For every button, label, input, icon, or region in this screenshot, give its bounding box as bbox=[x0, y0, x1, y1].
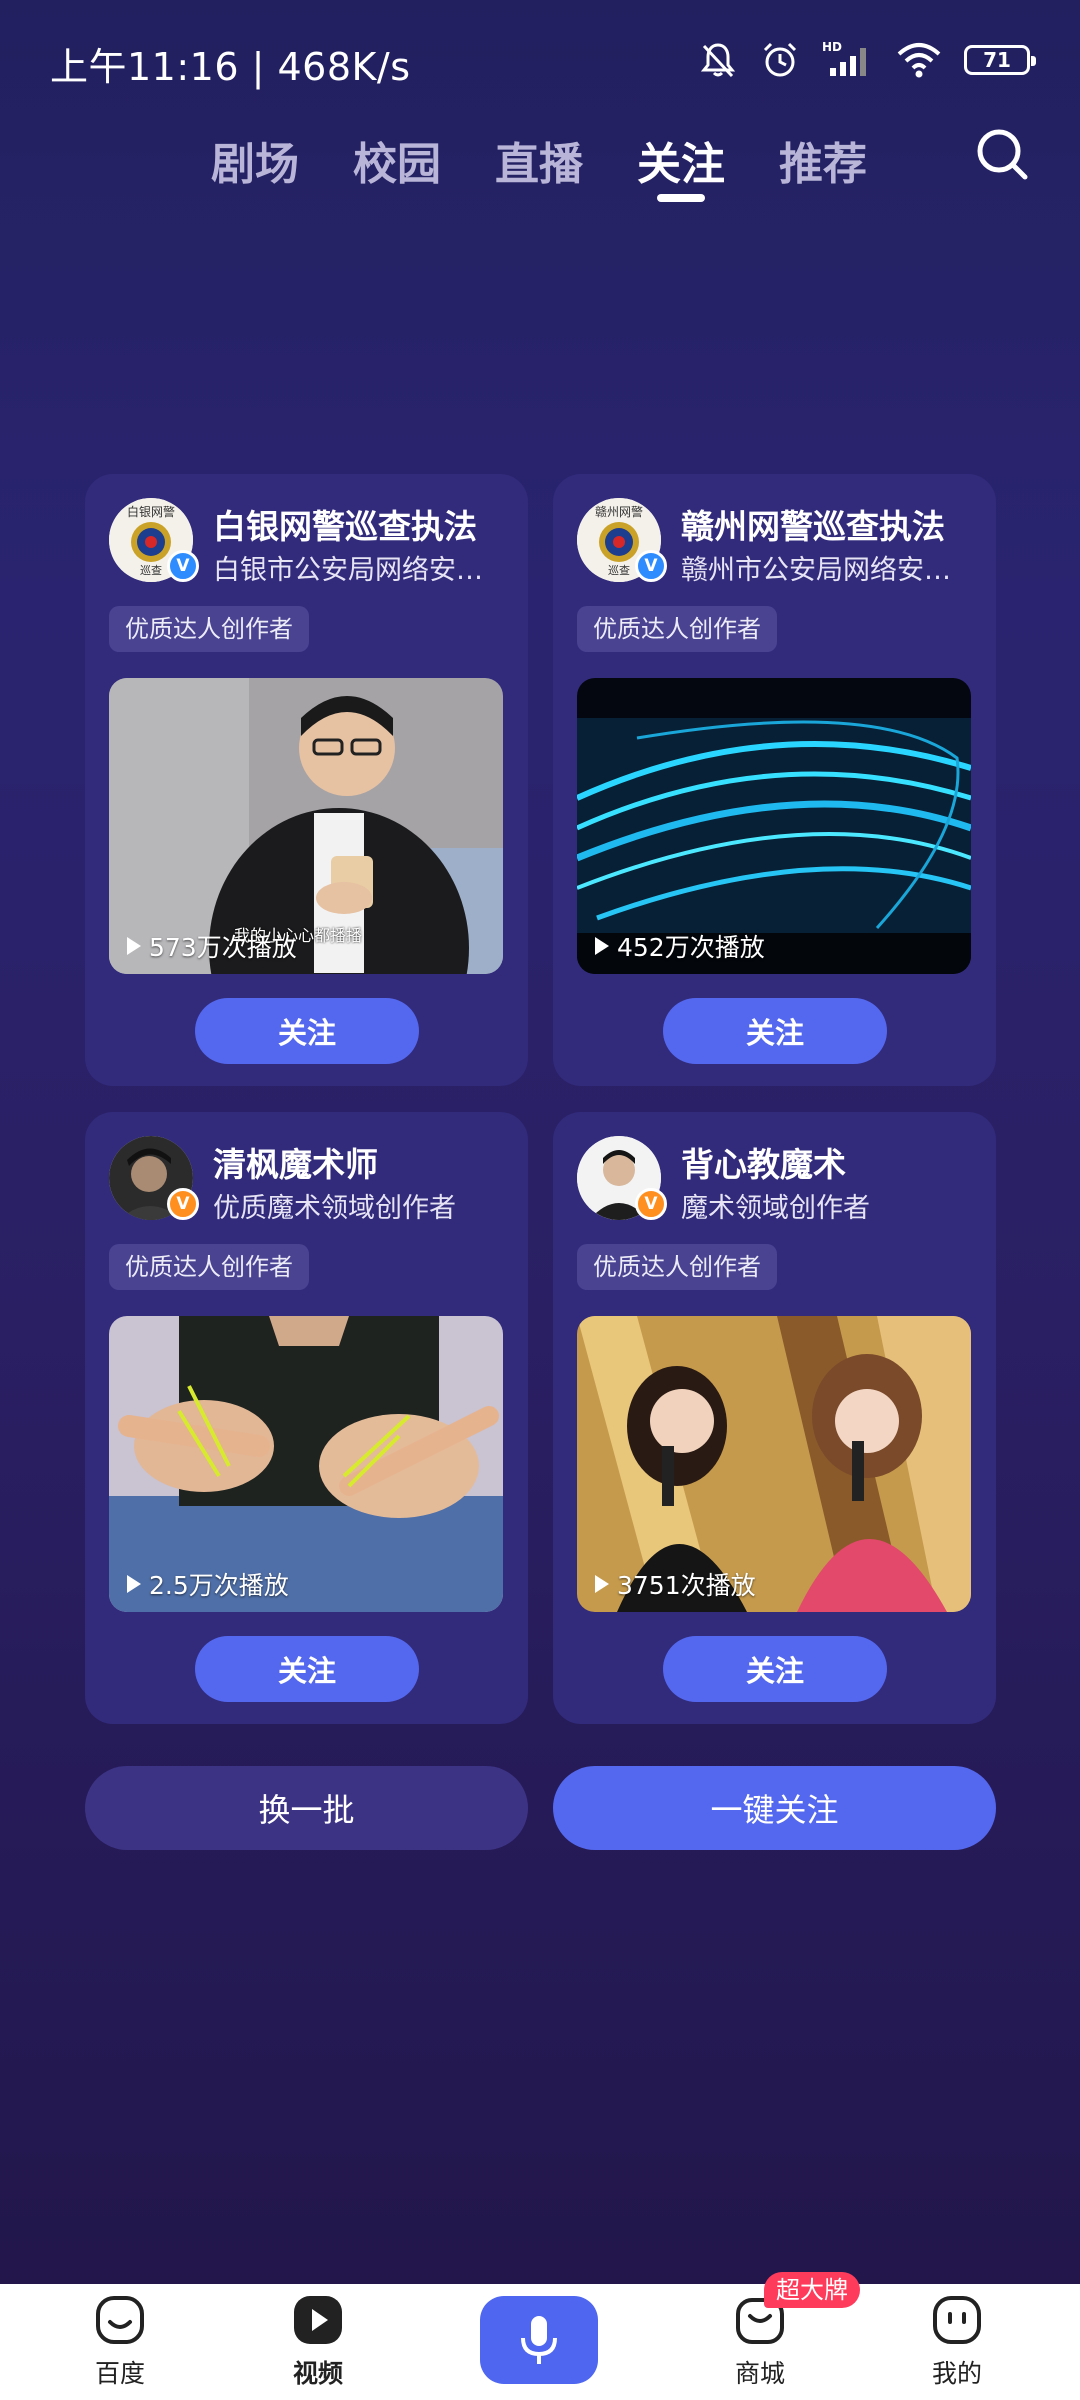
network-type-label: HD bbox=[822, 40, 842, 54]
follow-button[interactable]: 关注 bbox=[195, 1636, 419, 1702]
battery-icon: 71 bbox=[964, 45, 1036, 75]
nav-item-video[interactable]: 视频 bbox=[258, 2292, 378, 2390]
follow-all-button[interactable]: 一键关注 bbox=[553, 1766, 996, 1850]
video-play-icon bbox=[294, 2296, 342, 2344]
avatar-text: 赣州网警 bbox=[595, 504, 643, 519]
creator-tag: 优质达人创作者 bbox=[577, 1244, 777, 1290]
bottom-navigation: 百度 视频 商城 超大牌 我的 bbox=[0, 2272, 1080, 2400]
alarm-icon bbox=[763, 42, 797, 77]
nav-label: 商城 bbox=[734, 2359, 785, 2388]
verified-badge-icon: V bbox=[167, 550, 199, 582]
creator-tag: 优质达人创作者 bbox=[109, 1244, 309, 1290]
creator-name[interactable]: 赣州网警巡查执法 bbox=[681, 500, 981, 548]
play-count: 3751次播放 bbox=[595, 1566, 756, 1602]
play-count-text: 2.5万次播放 bbox=[149, 1571, 289, 1600]
tab-campus[interactable]: 校园 bbox=[342, 128, 452, 192]
creator-name[interactable]: 清枫魔术师 bbox=[213, 1138, 513, 1186]
cellular-signal-icon: HD bbox=[822, 40, 866, 76]
avatar-text: 白银网警 bbox=[127, 504, 175, 519]
play-count: 573万次播放 bbox=[127, 928, 297, 964]
creator-description: 赣州市公安局网络安全保卫支队 bbox=[681, 555, 971, 586]
nav-label: 我的 bbox=[931, 2359, 982, 2388]
creator-card: V 清枫魔术师 优质魔术领域创作者 优质达人创作者 2.5万次播放 关注 bbox=[85, 1112, 528, 1724]
smile-home-icon bbox=[96, 2296, 144, 2344]
status-time-speed: 上午11:16 | 468K/s bbox=[50, 45, 411, 89]
video-thumbnail[interactable]: 我的小心心都播播 573万次播放 bbox=[109, 678, 503, 974]
video-thumbnail[interactable]: 3751次播放 bbox=[577, 1316, 971, 1612]
nav-label: 视频 bbox=[292, 2359, 343, 2388]
status-bar: 上午11:16 | 468K/s HD 71 bbox=[0, 0, 1080, 120]
tab-recommend[interactable]: 推荐 bbox=[768, 128, 878, 192]
svg-text:巡查: 巡查 bbox=[140, 563, 162, 577]
play-count-text: 573万次播放 bbox=[149, 933, 297, 962]
promo-badge: 超大牌 bbox=[764, 2272, 860, 2308]
verified-badge-icon: V bbox=[167, 1188, 199, 1220]
creator-description: 优质魔术领域创作者 bbox=[213, 1193, 456, 1224]
nav-label: 百度 bbox=[94, 2359, 145, 2388]
status-icons: HD 71 bbox=[698, 40, 1036, 80]
mute-bell-icon bbox=[700, 43, 736, 78]
follow-button[interactable]: 关注 bbox=[663, 998, 887, 1064]
battery-level: 71 bbox=[983, 48, 1011, 72]
microphone-icon bbox=[521, 2316, 557, 2364]
verified-badge-icon: V bbox=[635, 550, 667, 582]
play-icon bbox=[127, 1575, 141, 1593]
nav-item-home[interactable]: 百度 bbox=[60, 2292, 180, 2390]
creator-description: 白银市公安局网络安全保卫支队 bbox=[213, 555, 503, 586]
play-count: 2.5万次播放 bbox=[127, 1566, 289, 1602]
search-icon[interactable] bbox=[974, 126, 1030, 182]
play-count: 452万次播放 bbox=[595, 928, 765, 964]
play-count-text: 3751次播放 bbox=[617, 1571, 756, 1600]
svg-text:巡查: 巡查 bbox=[608, 563, 630, 577]
creator-name[interactable]: 背心教魔术 bbox=[681, 1138, 981, 1186]
play-icon bbox=[595, 937, 609, 955]
video-thumbnail[interactable]: 2.5万次播放 bbox=[109, 1316, 503, 1612]
active-tab-indicator bbox=[657, 194, 705, 202]
follow-button[interactable]: 关注 bbox=[663, 1636, 887, 1702]
follow-button[interactable]: 关注 bbox=[195, 998, 419, 1064]
creator-card: V 背心教魔术 魔术领域创作者 优质达人创作者 3751次播放 关注 bbox=[553, 1112, 996, 1724]
voice-search-button[interactable] bbox=[480, 2296, 598, 2384]
creator-name[interactable]: 白银网警巡查执法 bbox=[213, 500, 513, 548]
creator-card: 赣州网警 巡查 V 赣州网警巡查执法 赣州市公安局网络安全保卫支队 优质达人创作… bbox=[553, 474, 996, 1086]
play-icon bbox=[595, 1575, 609, 1593]
top-tabs: 剧场 校园 直播 关注 推荐 bbox=[0, 128, 1080, 208]
creator-tag: 优质达人创作者 bbox=[577, 606, 777, 652]
wifi-icon bbox=[897, 43, 941, 78]
nav-item-profile[interactable]: 我的 bbox=[897, 2292, 1017, 2390]
tab-following-label: 关注 bbox=[637, 139, 725, 190]
verified-badge-icon: V bbox=[635, 1188, 667, 1220]
tab-following[interactable]: 关注 bbox=[626, 128, 736, 202]
creator-card: 白银网警 巡查 V 白银网警巡查执法 白银市公安局网络安全保卫支队 优质达人创作… bbox=[85, 474, 528, 1086]
creator-tag: 优质达人创作者 bbox=[109, 606, 309, 652]
play-icon bbox=[127, 937, 141, 955]
creator-description: 魔术领域创作者 bbox=[681, 1193, 870, 1224]
tab-live[interactable]: 直播 bbox=[484, 128, 594, 192]
play-count-text: 452万次播放 bbox=[617, 933, 765, 962]
profile-face-icon bbox=[933, 2296, 981, 2344]
refresh-batch-button[interactable]: 换一批 bbox=[85, 1766, 528, 1850]
tab-theater[interactable]: 剧场 bbox=[200, 128, 310, 192]
video-thumbnail[interactable]: 452万次播放 bbox=[577, 678, 971, 974]
